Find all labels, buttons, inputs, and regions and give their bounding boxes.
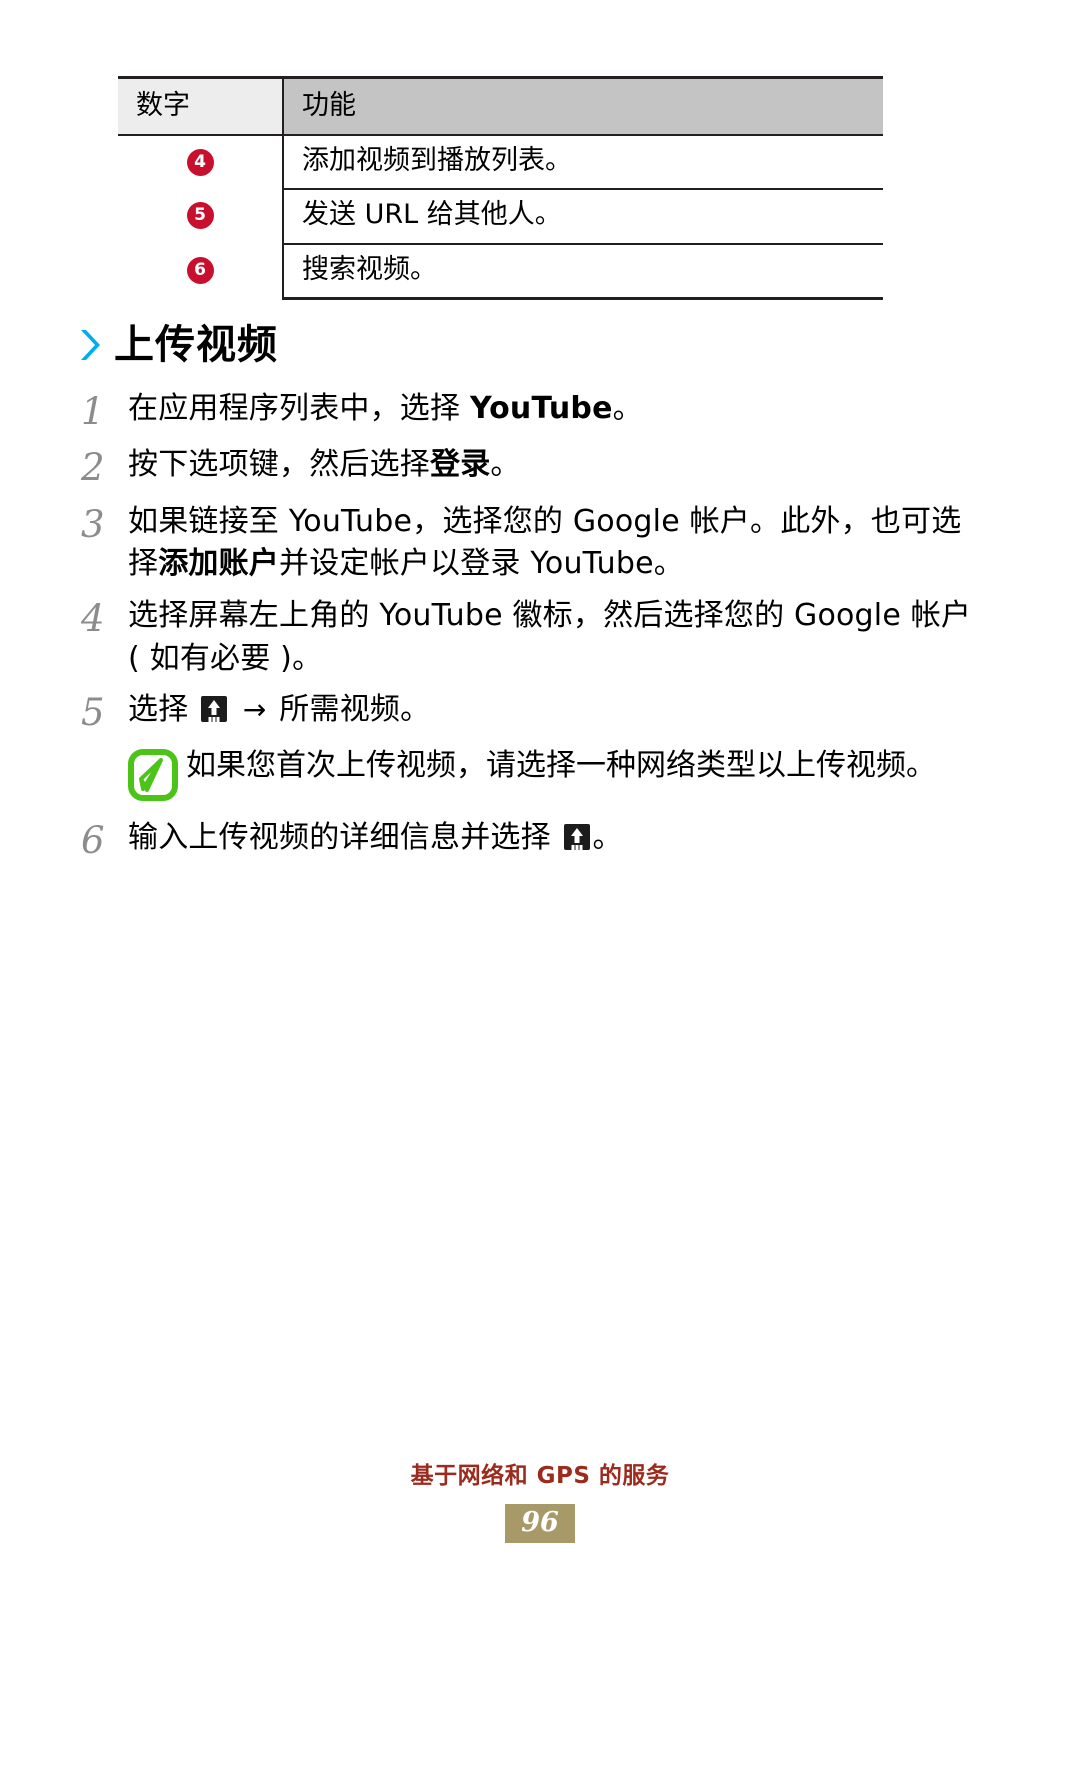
step-text: 选择 → 所需视频。	[128, 689, 978, 732]
plain-text: 所需视频。	[269, 692, 431, 728]
page-footer: 基于网络和 GPS 的服务 96	[0, 1456, 1080, 1543]
table-header-row: 数字 功能	[118, 76, 883, 137]
plain-text	[230, 692, 240, 727]
step-number: 3	[81, 502, 105, 546]
step-number: 5	[81, 691, 105, 735]
plain-text: 选择屏幕左上角的 YouTube 徽标，然后选择您的 Google 帐户 ( 如…	[128, 597, 972, 676]
note-callout: 如果您首次上传视频，请选择一种网络类型以上传视频。	[128, 745, 978, 805]
table-cell-function: 发送 URL 给其他人。	[282, 189, 883, 245]
upload-icon	[201, 696, 228, 723]
table-body: 4 添加视频到播放列表。 5 发送 URL 给其他人。 6 搜索视频。	[118, 135, 883, 301]
note-text: 如果您首次上传视频，请选择一种网络类型以上传视频。	[186, 748, 936, 784]
step-item: 6 输入上传视频的详细信息并选择 。	[78, 817, 978, 864]
step-text: 按下选项键，然后选择登录。	[128, 444, 978, 487]
table-cell-number: 4	[118, 135, 283, 189]
plain-text: 。	[592, 820, 623, 856]
table-cell-function: 搜索视频。	[282, 243, 883, 301]
table-cell-function: 添加视频到播放列表。	[282, 135, 883, 191]
step-item: 1 在应用程序列表中，选择 YouTube。	[78, 388, 978, 435]
upload-icon	[563, 824, 590, 851]
step-text: 输入上传视频的详细信息并选择 。	[128, 817, 978, 860]
section-title: 上传视频	[114, 322, 278, 368]
step-item: 4 选择屏幕左上角的 YouTube 徽标，然后选择您的 Google 帐户 ( …	[78, 595, 978, 680]
table-row: 5 发送 URL 给其他人。	[118, 189, 883, 245]
plain-text: 按下选项键，然后选择	[128, 447, 430, 483]
step-text: 在应用程序列表中，选择 YouTube。	[128, 388, 978, 431]
steps-list: 1 在应用程序列表中，选择 YouTube。 2 按下选项键，然后选择登录。 3 如果链接…	[78, 388, 978, 874]
emphasis-text: 添加账户	[158, 546, 280, 582]
table-header-function: 功能	[282, 76, 883, 137]
chevron-right-icon	[78, 327, 100, 363]
arrow-right-icon: →	[242, 693, 267, 727]
plain-text: 输入上传视频的详细信息并选择	[128, 820, 561, 856]
table-row: 6 搜索视频。	[118, 243, 883, 301]
table-header-number: 数字	[118, 76, 283, 137]
page-number-badge: 96	[505, 1504, 575, 1543]
plain-text: 在应用程序列表中，选择	[128, 391, 470, 426]
step-item: 3 如果链接至 YouTube，选择您的 Google 帐户。此外，也可选择添加账…	[78, 501, 978, 586]
function-table-container: 数字 功能 4 添加视频到播放列表。 5 发送 URL 给其他人。 6 搜索视频。	[118, 76, 883, 301]
step-text: 选择屏幕左上角的 YouTube 徽标，然后选择您的 Google 帐户 ( 如…	[128, 595, 978, 680]
circled-number-icon: 6	[186, 257, 214, 285]
plain-text: 选择	[128, 692, 199, 728]
step-text: 如果链接至 YouTube，选择您的 Google 帐户。此外，也可选择添加账户…	[128, 501, 978, 586]
plain-text: 并设定帐户以登录 YouTube。	[279, 546, 684, 582]
step-number: 1	[81, 390, 105, 433]
step-item: 5 选择 → 所需视频。	[78, 689, 978, 736]
table-cell-number: 5	[118, 189, 283, 243]
step-number: 2	[81, 446, 105, 490]
plain-text: 。	[612, 391, 643, 426]
plain-text: 。	[490, 447, 521, 483]
step-number: 6	[81, 819, 105, 863]
function-table: 数字 功能 4 添加视频到播放列表。 5 发送 URL 给其他人。 6 搜索视频。	[118, 76, 883, 301]
circled-number-icon: 5	[186, 202, 214, 230]
note-leaf-icon	[128, 745, 180, 805]
manual-page: 数字 功能 4 添加视频到播放列表。 5 发送 URL 给其他人。 6 搜索视频。 上传视…	[0, 0, 1080, 1771]
step-item: 2 按下选项键，然后选择登录。	[78, 444, 978, 491]
table-row: 4 添加视频到播放列表。	[118, 135, 883, 191]
circled-number-icon: 4	[186, 148, 214, 176]
section-heading: 上传视频	[78, 325, 278, 365]
table-cell-number: 6	[118, 244, 283, 299]
emphasis-text: YouTube	[469, 391, 613, 426]
step-number: 4	[81, 596, 105, 640]
emphasis-text: 登录	[430, 447, 491, 483]
footer-title: 基于网络和 GPS 的服务	[410, 1463, 670, 1489]
